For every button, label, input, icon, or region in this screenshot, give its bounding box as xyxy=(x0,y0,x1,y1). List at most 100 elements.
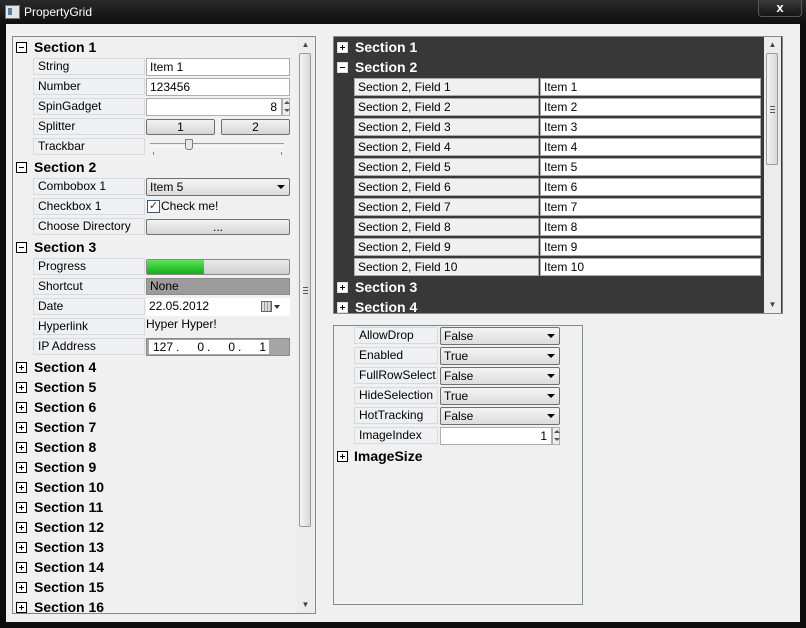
section-3-header[interactable]: Section 3 xyxy=(13,237,298,257)
hyperlink[interactable]: Hyper Hyper! xyxy=(146,317,217,331)
expand-icon[interactable] xyxy=(16,522,27,533)
collapsed-section-header[interactable]: Section 4 xyxy=(13,357,298,377)
choose-directory-button[interactable]: ... xyxy=(146,219,290,235)
expand-icon[interactable] xyxy=(337,282,348,293)
imageindex-input[interactable]: 1 xyxy=(440,427,552,445)
collapsed-section-header[interactable]: Section 11 xyxy=(13,497,298,517)
field-value-input[interactable]: Item 7 xyxy=(540,198,761,216)
chevron-down-icon[interactable] xyxy=(547,354,555,358)
section-2-header[interactable]: Section 2 xyxy=(13,157,298,177)
expand-icon[interactable] xyxy=(16,562,27,573)
chevron-down-icon[interactable] xyxy=(277,185,285,189)
expand-icon[interactable] xyxy=(16,542,27,553)
scrollbar-thumb[interactable] xyxy=(299,53,311,527)
collapsed-section-header[interactable]: Section 16 xyxy=(13,597,298,613)
collapse-icon[interactable] xyxy=(16,162,27,173)
left-vertical-scrollbar[interactable]: ▲ ▼ xyxy=(297,37,314,613)
spin-up-icon[interactable] xyxy=(554,430,560,433)
expand-icon[interactable] xyxy=(16,402,27,413)
collapse-icon[interactable] xyxy=(16,242,27,253)
collapse-icon[interactable] xyxy=(16,42,27,53)
property-select[interactable]: False xyxy=(440,407,560,425)
combobox-select[interactable]: Item 5 xyxy=(146,178,290,196)
chevron-down-icon[interactable] xyxy=(547,374,555,378)
collapsed-section-header[interactable]: Section 5 xyxy=(13,377,298,397)
ip-octet[interactable]: 0 xyxy=(211,340,238,354)
ip-octet[interactable]: 1 xyxy=(242,340,269,354)
field-value-input[interactable]: Item 6 xyxy=(540,178,761,196)
expand-icon[interactable] xyxy=(16,462,27,473)
collapsed-section-header[interactable]: Section 7 xyxy=(13,417,298,437)
calendar-icon[interactable] xyxy=(261,301,272,312)
collapsed-section-header[interactable]: Section 6 xyxy=(13,397,298,417)
expand-icon[interactable] xyxy=(16,582,27,593)
expand-icon[interactable] xyxy=(16,482,27,493)
chevron-down-icon[interactable] xyxy=(547,414,555,418)
property-select[interactable]: False xyxy=(440,367,560,385)
ip-address-field[interactable]: 127 . 0 . 0 . 1 xyxy=(146,338,290,356)
spin-input[interactable]: 8 xyxy=(146,98,282,116)
expand-icon[interactable] xyxy=(16,502,27,513)
section-4-header[interactable]: Section 4 xyxy=(334,297,764,313)
collapsed-section-header[interactable]: Section 14 xyxy=(13,557,298,577)
field-value-input[interactable]: Item 4 xyxy=(540,138,761,156)
expand-icon[interactable] xyxy=(337,42,348,53)
property-select[interactable]: False xyxy=(440,327,560,345)
chevron-down-icon[interactable] xyxy=(274,305,280,309)
arrow-up-icon[interactable]: ▲ xyxy=(297,37,314,53)
arrow-down-icon[interactable]: ▼ xyxy=(764,297,781,313)
number-input[interactable]: 123456 xyxy=(146,78,290,96)
imagesize-header[interactable]: ImageSize xyxy=(334,446,582,466)
section-2-header[interactable]: Section 2 xyxy=(334,57,764,77)
property-label: Checkbox 1 xyxy=(33,198,145,215)
date-picker[interactable]: 22.05.2012 xyxy=(146,298,290,316)
collapse-icon[interactable] xyxy=(337,62,348,73)
field-value-input[interactable]: Item 2 xyxy=(540,98,761,116)
collapsed-section-header[interactable]: Section 9 xyxy=(13,457,298,477)
field-value-input[interactable]: Item 3 xyxy=(540,118,761,136)
field-value-input[interactable]: Item 1 xyxy=(540,78,761,96)
section-1-header[interactable]: Section 1 xyxy=(334,37,764,57)
shortcut-field[interactable]: None xyxy=(146,278,290,295)
collapsed-section-header[interactable]: Section 10 xyxy=(13,477,298,497)
spin-down-icon[interactable] xyxy=(554,438,560,441)
collapsed-section-header[interactable]: Section 15 xyxy=(13,577,298,597)
arrow-down-icon[interactable]: ▼ xyxy=(297,597,314,613)
trackbar-track[interactable] xyxy=(150,143,284,147)
splitter-button-1[interactable]: 1 xyxy=(146,119,215,135)
section-1-header[interactable]: Section 1 xyxy=(13,37,298,57)
property-select[interactable]: True xyxy=(440,387,560,405)
spin-buttons[interactable] xyxy=(552,427,560,445)
expand-icon[interactable] xyxy=(16,602,27,613)
expand-icon[interactable] xyxy=(16,442,27,453)
ip-octet[interactable]: 0 xyxy=(180,340,207,354)
expand-icon[interactable] xyxy=(16,382,27,393)
ip-octet[interactable]: 127 xyxy=(149,340,176,354)
string-input[interactable]: Item 1 xyxy=(146,58,290,76)
expand-icon[interactable] xyxy=(16,422,27,433)
field-value-input[interactable]: Item 5 xyxy=(540,158,761,176)
scrollbar-thumb[interactable] xyxy=(766,53,778,165)
chevron-down-icon[interactable] xyxy=(547,334,555,338)
field-value-input[interactable]: Item 8 xyxy=(540,218,761,236)
field-value-input[interactable]: Item 10 xyxy=(540,258,761,276)
right-vertical-scrollbar[interactable]: ▲ ▼ xyxy=(764,37,781,313)
collapsed-section-header[interactable]: Section 12 xyxy=(13,517,298,537)
section-3-header[interactable]: Section 3 xyxy=(334,277,764,297)
arrow-up-icon[interactable]: ▲ xyxy=(764,37,781,53)
collapsed-section-header[interactable]: Section 8 xyxy=(13,437,298,457)
collapsed-section-header[interactable]: Section 13 xyxy=(13,537,298,557)
close-button[interactable]: x xyxy=(758,0,802,17)
trackbar-thumb[interactable] xyxy=(185,139,193,150)
spin-buttons[interactable] xyxy=(282,98,290,116)
expand-icon[interactable] xyxy=(337,451,348,462)
property-select[interactable]: True xyxy=(440,347,560,365)
checkbox[interactable]: ✓ xyxy=(147,200,160,213)
spin-up-icon[interactable] xyxy=(284,101,290,104)
field-value-input[interactable]: Item 9 xyxy=(540,238,761,256)
expand-icon[interactable] xyxy=(337,302,348,313)
spin-down-icon[interactable] xyxy=(284,109,290,112)
splitter-button-2[interactable]: 2 xyxy=(221,119,290,135)
expand-icon[interactable] xyxy=(16,362,27,373)
chevron-down-icon[interactable] xyxy=(547,394,555,398)
